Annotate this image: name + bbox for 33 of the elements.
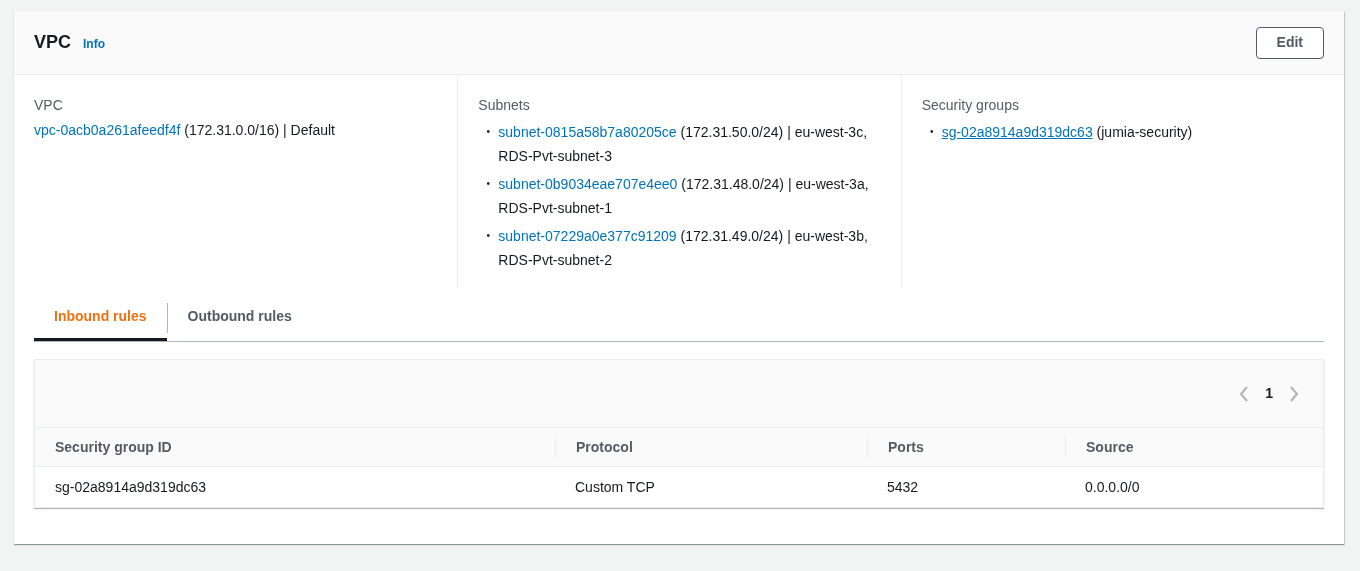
- resource-link[interactable]: subnet-0b9034eae707e4ee0: [498, 176, 678, 192]
- column-label: Subnets: [478, 96, 531, 115]
- list-item-text: subnet-07229a0e377c91209 (172.31.49.0/24) | eu-west-3b, RDS-Pvt-subnet-2: [498, 227, 869, 270]
- table-cell: 5432: [887, 478, 919, 495]
- bullet: •: [485, 125, 492, 139]
- vpc-link[interactable]: vpc-0acb0a261afeedf4f: [34, 122, 181, 138]
- column-label: Security groups: [921, 96, 1020, 115]
- table-cell: 0.0.0.0/0: [1085, 478, 1140, 495]
- bullet: •: [485, 177, 492, 191]
- previous-page-icon[interactable]: [1239, 385, 1250, 402]
- column-header: Security group ID: [55, 437, 172, 457]
- resource-link[interactable]: subnet-0815a58b7a80205ce: [498, 124, 677, 140]
- column-header: Source: [1086, 437, 1134, 457]
- column-label: VPC: [34, 96, 64, 115]
- bullet: •: [485, 229, 492, 243]
- column-header: Ports: [888, 437, 924, 457]
- resource-link[interactable]: sg-02a8914a9d319dc63: [941, 124, 1093, 140]
- edit-button[interactable]: Edit: [1255, 26, 1324, 59]
- next-page-icon[interactable]: [1289, 385, 1299, 402]
- list-item-text: subnet-0815a58b7a80205ce (172.31.50.0/24) | eu-west-3c, RDS-Pvt-subnet-3: [498, 123, 869, 166]
- info-link[interactable]: Info: [83, 35, 105, 53]
- bullet: •: [928, 125, 935, 139]
- table-cell: sg-02a8914a9d319dc63: [55, 478, 207, 495]
- list-item-text: subnet-0b9034eae707e4ee0 (172.31.48.0/24) | eu-west-3a, RDS-Pvt-subnet-1: [498, 175, 870, 218]
- vpc-value: vpc-0acb0a261afeedf4f (172.31.0.0/16) | Default: [34, 122, 335, 138]
- list-item-text: sg-02a8914a9d319dc63 (jumia-security): [941, 123, 1193, 142]
- page-number[interactable]: 1: [1261, 383, 1277, 404]
- column-header: Protocol: [576, 437, 633, 457]
- resource-link[interactable]: subnet-07229a0e377c91209: [498, 228, 677, 244]
- table-cell: Custom TCP: [575, 478, 655, 495]
- panel-title: VPC: [34, 31, 71, 54]
- tab[interactable]: Outbound rules: [167, 295, 312, 341]
- tab[interactable]: Inbound rules: [34, 295, 167, 341]
